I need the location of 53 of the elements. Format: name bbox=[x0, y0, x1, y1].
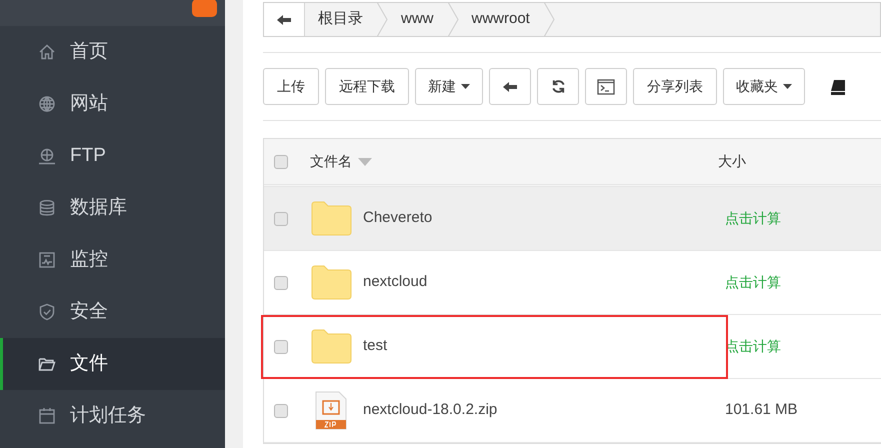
notification-badge[interactable] bbox=[192, 0, 217, 17]
checkbox[interactable] bbox=[274, 276, 288, 290]
home-icon bbox=[38, 43, 56, 61]
sidebar-item[interactable]: 文件 bbox=[0, 338, 225, 390]
checkbox[interactable] bbox=[274, 212, 288, 226]
toolbar-button[interactable]: 上传 bbox=[263, 68, 319, 105]
file-size: 101.61 MB bbox=[725, 400, 798, 420]
toolbar-button[interactable]: 远程下载 bbox=[325, 68, 409, 105]
file-name[interactable]: Chevereto bbox=[363, 207, 725, 230]
sidebar-item[interactable]: 计划任务 bbox=[0, 390, 225, 442]
column-header[interactable]: 文件名 bbox=[310, 151, 352, 172]
toolbar-button[interactable]: 分享列表 bbox=[633, 68, 717, 105]
dropdown-button[interactable]: 收藏夹 bbox=[723, 68, 805, 105]
column-header[interactable]: 大小 bbox=[718, 151, 746, 172]
back-button[interactable] bbox=[264, 3, 305, 36]
breadcrumb-link[interactable]: www bbox=[388, 8, 446, 31]
folder-icon bbox=[310, 201, 352, 236]
refresh-button[interactable] bbox=[537, 68, 579, 105]
sidebar-item[interactable]: 网站 bbox=[0, 78, 225, 130]
back-arrow-icon bbox=[276, 14, 292, 26]
file-name[interactable]: nextcloud-18.0.2.zip bbox=[363, 399, 725, 422]
monitor-chart-icon bbox=[38, 251, 56, 269]
sort-caret-icon[interactable] bbox=[358, 158, 372, 166]
checkbox[interactable] bbox=[274, 404, 288, 418]
globe-network-icon bbox=[38, 147, 56, 165]
zip-file-icon bbox=[314, 390, 348, 430]
checkbox[interactable] bbox=[274, 340, 288, 354]
folder-icon bbox=[310, 265, 352, 300]
database-icon bbox=[38, 199, 56, 217]
sidebar-item[interactable]: 安全 bbox=[0, 286, 225, 338]
folder-icon bbox=[310, 329, 352, 364]
calendar-icon bbox=[38, 407, 56, 425]
dropdown-button[interactable]: 新建 bbox=[415, 68, 483, 105]
file-row[interactable]: Chevereto 点击计算 bbox=[264, 187, 881, 251]
sidebar-item[interactable]: 监控 bbox=[0, 234, 225, 286]
back-button[interactable] bbox=[489, 68, 531, 105]
shield-check-icon bbox=[38, 303, 56, 321]
select-all-checkbox[interactable] bbox=[274, 154, 288, 168]
terminal-button[interactable] bbox=[585, 68, 627, 105]
file-name[interactable]: nextcloud bbox=[363, 271, 725, 294]
sidebar-item[interactable]: 首页 bbox=[0, 26, 225, 78]
refresh-icon bbox=[550, 79, 566, 94]
terminal-icon bbox=[597, 78, 615, 94]
sidebar-item[interactable]: 数据库 bbox=[0, 182, 225, 234]
breadcrumb-link[interactable]: 根目录 bbox=[305, 8, 376, 31]
sidebar-item[interactable]: FTP bbox=[0, 130, 225, 182]
drive-icon[interactable] bbox=[831, 78, 845, 94]
breadcrumb-link[interactable]: wwwroot bbox=[458, 8, 543, 31]
caret-icon bbox=[783, 84, 792, 89]
back-arrow-icon bbox=[502, 80, 518, 92]
caret-icon bbox=[461, 84, 470, 89]
globe-icon bbox=[38, 95, 56, 113]
file-name[interactable]: test bbox=[363, 335, 725, 358]
